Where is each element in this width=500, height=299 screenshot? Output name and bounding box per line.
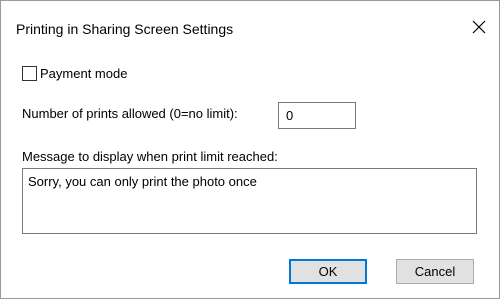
title-bar[interactable]: Printing in Sharing Screen Settings <box>1 1 499 53</box>
payment-mode-checkbox[interactable] <box>22 65 37 81</box>
dialog-title: Printing in Sharing Screen Settings <box>16 21 234 37</box>
ok-button[interactable]: OK <box>289 259 367 284</box>
payment-mode-label: Payment mode <box>40 65 128 81</box>
print-settings-dialog: Printing in Sharing Screen Settings Paym… <box>0 0 500 299</box>
cancel-button[interactable]: Cancel <box>396 259 474 284</box>
close-button[interactable] <box>465 13 493 41</box>
close-icon <box>472 20 486 34</box>
limit-message-label: Message to display when print limit reac… <box>22 149 278 164</box>
prints-allowed-label: Number of prints allowed (0=no limit): <box>22 106 238 121</box>
limit-message-textarea[interactable]: Sorry, you can only print the photo once <box>22 168 477 234</box>
payment-mode-checkbox-row[interactable]: Payment mode <box>22 64 127 82</box>
prints-allowed-input[interactable] <box>278 102 356 129</box>
